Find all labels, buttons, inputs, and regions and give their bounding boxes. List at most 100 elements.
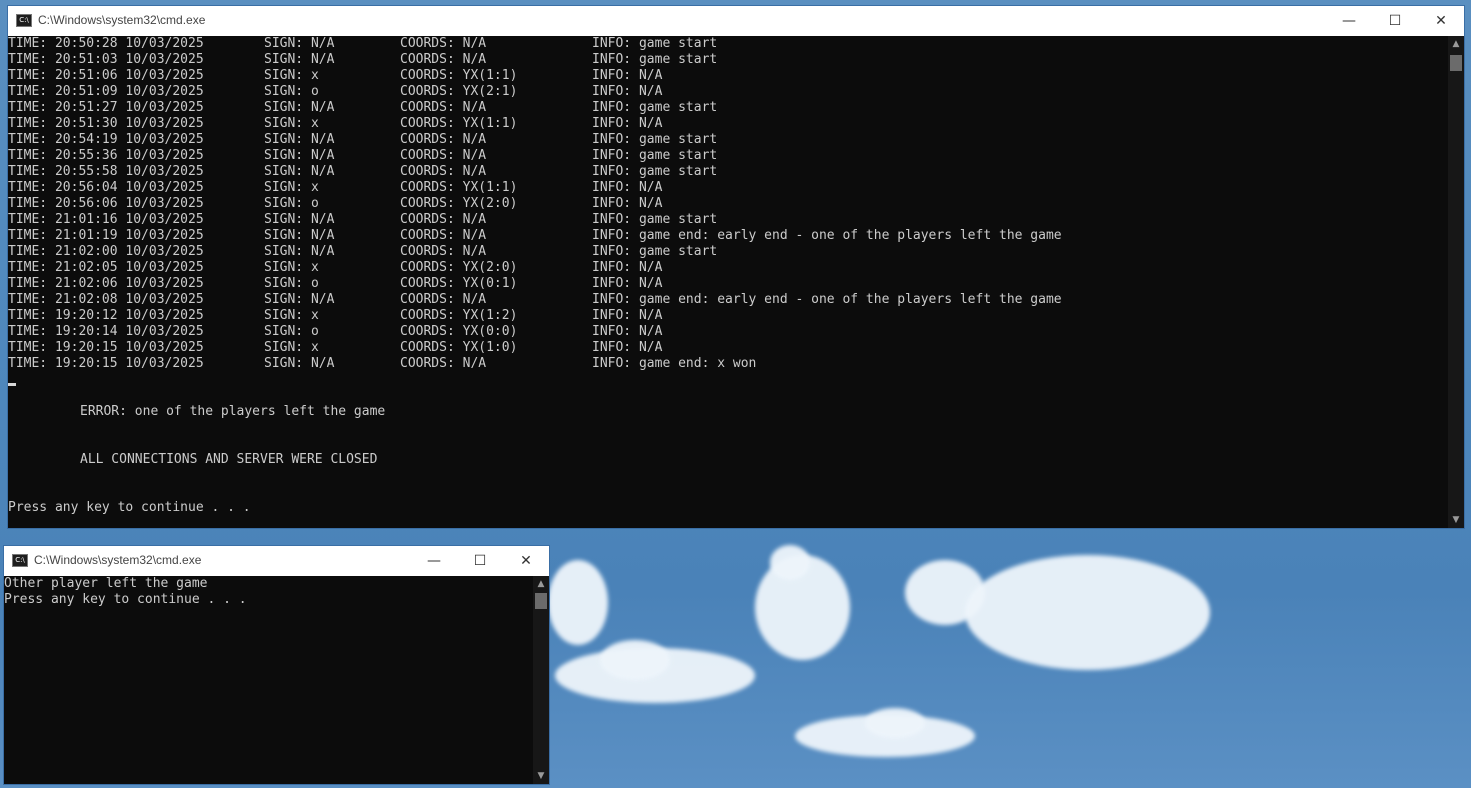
log-info: INFO: game start [592,36,718,51]
log-info: INFO: N/A [592,324,663,339]
log-time: TIME: 19:20:14 10/03/2025 [8,324,204,339]
log-row: TIME: 20:56:04 10/03/2025 SIGN: x COORDS: … [8,180,1448,196]
scroll-up-icon[interactable]: ▲ [533,576,549,592]
log-sign: SIGN: N/A [264,148,335,163]
log-sign: SIGN: N/A [264,212,335,227]
vertical-scrollbar[interactable]: ▲ ▼ [1448,36,1464,528]
log-info: INFO: N/A [592,116,663,131]
error-line: ERROR: one of the players left the game [8,404,1448,420]
log-info: INFO: game start [592,52,718,67]
log-coords: COORDS: N/A [400,228,487,243]
log-info: INFO: N/A [592,196,663,211]
log-row: TIME: 19:20:15 10/03/2025 SIGN: N/A COORDS… [8,356,1448,372]
cloud [600,640,670,680]
log-sign: SIGN: N/A [264,228,335,243]
error-message: ERROR: one of the players left the game [80,404,386,419]
cmd-window-client[interactable]: C:\ C:\Windows\system32\cmd.exe — ☐ ✕ Ot… [4,546,549,784]
log-row: TIME: 20:51:27 10/03/2025 SIGN: N/A COORDS… [8,100,1448,116]
log-sign: SIGN: N/A [264,132,335,147]
log-row: TIME: 20:55:58 10/03/2025 SIGN: N/A COORDS… [8,164,1448,180]
log-info: INFO: N/A [592,308,663,323]
scroll-down-icon[interactable]: ▼ [1448,512,1464,528]
log-coords: COORDS: YX(1:1) [400,180,518,195]
log-info: INFO: N/A [592,260,663,275]
log-sign: SIGN: N/A [264,356,335,371]
cloud [965,555,1210,670]
log-sign: SIGN: x [264,116,319,131]
log-coords: COORDS: N/A [400,148,487,163]
cmd-app-icon: C:\ [12,554,28,567]
log-info: INFO: N/A [592,276,663,291]
log-info: INFO: game start [592,212,718,227]
log-coords: COORDS: N/A [400,244,487,259]
log-sign: SIGN: o [264,276,319,291]
log-sign: SIGN: x [264,340,319,355]
minimize-button[interactable]: — [411,546,457,576]
log-time: TIME: 20:51:03 10/03/2025 [8,52,204,67]
minimize-button[interactable]: — [1326,6,1372,36]
log-time: TIME: 21:01:19 10/03/2025 [8,228,204,243]
log-info: INFO: N/A [592,340,663,355]
log-coords: COORDS: N/A [400,132,487,147]
log-row: TIME: 20:51:03 10/03/2025 SIGN: N/A COORDS… [8,52,1448,68]
cmd-window-server[interactable]: C:\ C:\Windows\system32\cmd.exe — ☐ ✕ TI… [8,6,1464,528]
scroll-thumb[interactable] [1450,55,1462,71]
log-info: INFO: N/A [592,84,663,99]
maximize-button[interactable]: ☐ [1372,6,1418,36]
log-time: TIME: 21:02:06 10/03/2025 [8,276,204,291]
log-sign: SIGN: x [264,260,319,275]
console-output[interactable]: Other player left the game Press any key… [4,576,533,784]
log-coords: COORDS: N/A [400,100,487,115]
cloud [548,560,608,645]
log-coords: COORDS: YX(2:1) [400,84,518,99]
log-info: INFO: game end: early end - one of the p… [592,228,1062,243]
log-sign: SIGN: x [264,180,319,195]
log-row: TIME: 19:20:12 10/03/2025 SIGN: x COORDS: … [8,308,1448,324]
log-row: TIME: 21:02:08 10/03/2025 SIGN: N/A COORDS… [8,292,1448,308]
log-time: TIME: 21:01:16 10/03/2025 [8,212,204,227]
log-coords: COORDS: YX(1:2) [400,308,518,323]
log-time: TIME: 20:56:06 10/03/2025 [8,196,204,211]
title-bar[interactable]: C:\ C:\Windows\system32\cmd.exe — ☐ ✕ [8,6,1464,36]
log-time: TIME: 21:02:05 10/03/2025 [8,260,204,275]
text-cursor [8,383,16,386]
closed-line: ALL CONNECTIONS AND SERVER WERE CLOSED [8,452,1448,468]
title-bar[interactable]: C:\ C:\Windows\system32\cmd.exe — ☐ ✕ [4,546,549,576]
log-info: INFO: game start [592,164,718,179]
log-sign: SIGN: o [264,324,319,339]
log-sign: SIGN: N/A [264,244,335,259]
scroll-down-icon[interactable]: ▼ [533,768,549,784]
log-row: TIME: 21:01:19 10/03/2025 SIGN: N/A COORDS… [8,228,1448,244]
closed-message: ALL CONNECTIONS AND SERVER WERE CLOSED [80,452,378,467]
log-time: TIME: 19:20:15 10/03/2025 [8,356,204,371]
log-coords: COORDS: N/A [400,52,487,67]
press-key-line: Press any key to continue . . . [8,500,1448,516]
log-row: TIME: 21:01:16 10/03/2025 SIGN: N/A COORDS… [8,212,1448,228]
log-row: TIME: 21:02:00 10/03/2025 SIGN: N/A COORDS… [8,244,1448,260]
maximize-button[interactable]: ☐ [457,546,503,576]
log-coords: COORDS: N/A [400,356,487,371]
vertical-scrollbar[interactable]: ▲ ▼ [533,576,549,784]
close-button[interactable]: ✕ [1418,6,1464,36]
log-coords: COORDS: YX(0:1) [400,276,518,291]
log-sign: SIGN: o [264,84,319,99]
log-coords: COORDS: N/A [400,164,487,179]
log-coords: COORDS: YX(2:0) [400,196,518,211]
scroll-thumb[interactable] [535,593,547,609]
window-title: C:\Windows\system32\cmd.exe [34,553,202,567]
log-sign: SIGN: N/A [264,164,335,179]
console-output[interactable]: TIME: 20:50:28 10/03/2025 SIGN: N/A COORDS… [8,36,1448,528]
scroll-up-icon[interactable]: ▲ [1448,36,1464,52]
message-line: Other player left the game [4,576,533,592]
log-info: INFO: N/A [592,68,663,83]
log-time: TIME: 21:02:08 10/03/2025 [8,292,204,307]
log-sign: SIGN: o [264,196,319,211]
log-list: TIME: 20:50:28 10/03/2025 SIGN: N/A COORDS… [8,36,1448,372]
log-time: TIME: 20:51:30 10/03/2025 [8,116,204,131]
log-coords: COORDS: YX(1:0) [400,340,518,355]
close-button[interactable]: ✕ [503,546,549,576]
